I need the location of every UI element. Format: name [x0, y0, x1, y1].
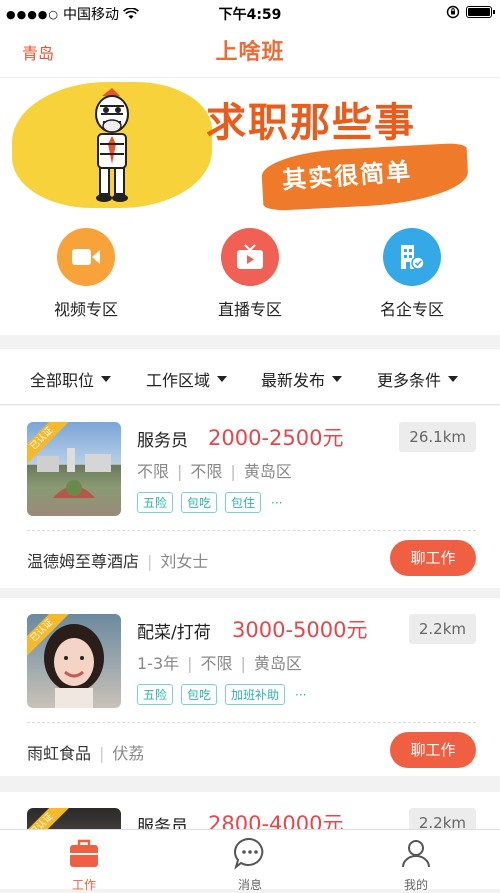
job-card[interactable]: 已认证 服务员 2000-2500元 26.1km 不限 | 不限 | 黄岛区 五险 包… [0, 406, 500, 588]
quick-link-video[interactable]: 视频专区 [26, 228, 146, 320]
chat-button[interactable]: 聊工作 [390, 732, 476, 768]
job-title: 配菜/打荷 [137, 623, 211, 643]
job-distance: 26.1km [399, 422, 476, 452]
company-photo: 已认证 [27, 422, 121, 516]
benefit-tag: 包吃 [181, 684, 218, 705]
card-divider [27, 530, 476, 531]
quick-links: 视频专区 直播专区 名企专区 [0, 214, 500, 335]
quick-link-live[interactable]: 直播专区 [190, 228, 310, 320]
tab-label: 消息 [237, 878, 262, 892]
building-icon [383, 228, 441, 286]
chat-icon [234, 837, 264, 870]
banner-headline: 求职那些事 [206, 100, 416, 146]
caret-down-icon [332, 376, 343, 382]
filter-latest[interactable]: 最新发布 [261, 367, 343, 391]
zebra-mascot-icon [95, 88, 129, 202]
video-icon [57, 228, 115, 286]
benefit-tag: 包住 [225, 492, 262, 513]
quick-link-label: 直播专区 [217, 300, 282, 319]
experience: 1-3年 [137, 654, 180, 673]
tab-work[interactable]: 工作 [34, 836, 134, 893]
rotation-lock-icon [446, 5, 460, 19]
status-time: 下午4:59 [218, 7, 282, 23]
benefit-tag: 五险 [137, 492, 174, 513]
company-info: 雨虹食品 | 伏荔 [27, 744, 145, 763]
quick-link-enterprise[interactable]: 名企专区 [352, 228, 472, 320]
caret-down-icon [448, 376, 459, 382]
company-name: 雨虹食品 [27, 744, 92, 763]
more-tags-icon: ··· [271, 495, 283, 510]
benefit-tag: 五险 [137, 684, 174, 705]
battery-icon [466, 6, 495, 18]
filter-more-conditions[interactable]: 更多条件 [377, 367, 459, 391]
caret-down-icon [101, 376, 112, 382]
quick-link-label: 视频专区 [53, 300, 118, 319]
tab-profile[interactable]: 我的 [366, 836, 466, 893]
benefit-tag: 加班补助 [225, 684, 286, 705]
job-card[interactable]: 已认证 服务员 2800-4000元 2.2km [0, 792, 500, 832]
briefcase-icon [70, 839, 98, 867]
district: 黄岛区 [253, 654, 302, 673]
filter-label: 全部职位 [30, 371, 95, 390]
tv-icon [221, 228, 279, 286]
contact-photo: 已认证 [27, 614, 121, 708]
education: 不限 [190, 462, 223, 481]
contact-person: 伏荔 [112, 744, 145, 763]
job-salary: 3000-5000元 [232, 618, 368, 642]
job-requirements: 不限 | 不限 | 黄岛区 [137, 462, 292, 481]
filter-bar: 全部职位 工作区域 最新发布 更多条件 [0, 349, 500, 405]
district: 黄岛区 [243, 462, 292, 481]
contact-person: 刘女士 [160, 552, 209, 571]
experience: 不限 [137, 462, 170, 481]
caret-down-icon [217, 376, 228, 382]
chat-button[interactable]: 聊工作 [390, 540, 476, 576]
filter-label: 最新发布 [261, 371, 326, 390]
card-divider [27, 722, 476, 723]
job-card[interactable]: 已认证 配菜/打荷 3000-5000元 2.2km 1-3年 | 不限 | 黄岛区 五… [0, 598, 500, 776]
job-title: 服务员 [137, 431, 188, 451]
quick-link-label: 名企专区 [379, 300, 444, 319]
promo-banner[interactable]: 求职那些事 其实很简单 [0, 78, 500, 214]
user-icon [402, 840, 430, 868]
bottom-tab-bar: 工作 消息 我的 [0, 829, 500, 892]
education: 不限 [200, 654, 233, 673]
tab-label: 我的 [403, 878, 428, 892]
benefit-tag: 包吃 [181, 492, 218, 513]
company-info: 温德姆至尊酒店 | 刘女士 [27, 552, 209, 571]
app-logo: 上啥班 [215, 40, 285, 65]
tab-messages[interactable]: 消息 [200, 836, 300, 893]
filter-work-area[interactable]: 工作区域 [146, 367, 228, 391]
filter-label: 更多条件 [377, 371, 442, 390]
filter-label: 工作区域 [146, 371, 211, 390]
status-bar: ●●●●○ 中国移动 下午4:59 [0, 0, 500, 26]
job-requirements: 1-3年 | 不限 | 黄岛区 [137, 654, 302, 673]
job-distance: 2.2km [408, 614, 476, 644]
company-name: 温德姆至尊酒店 [27, 552, 140, 571]
benefit-tags: 五险 包吃 包住 ··· [137, 492, 283, 513]
job-salary: 2000-2500元 [208, 426, 344, 450]
tab-label: 工作 [71, 878, 96, 892]
filter-all-positions[interactable]: 全部职位 [30, 367, 112, 391]
nav-bar: 青岛 上啥班 [0, 26, 500, 78]
more-tags-icon: ··· [295, 687, 307, 702]
benefit-tags: 五险 包吃 加班补助 ··· [137, 684, 307, 705]
